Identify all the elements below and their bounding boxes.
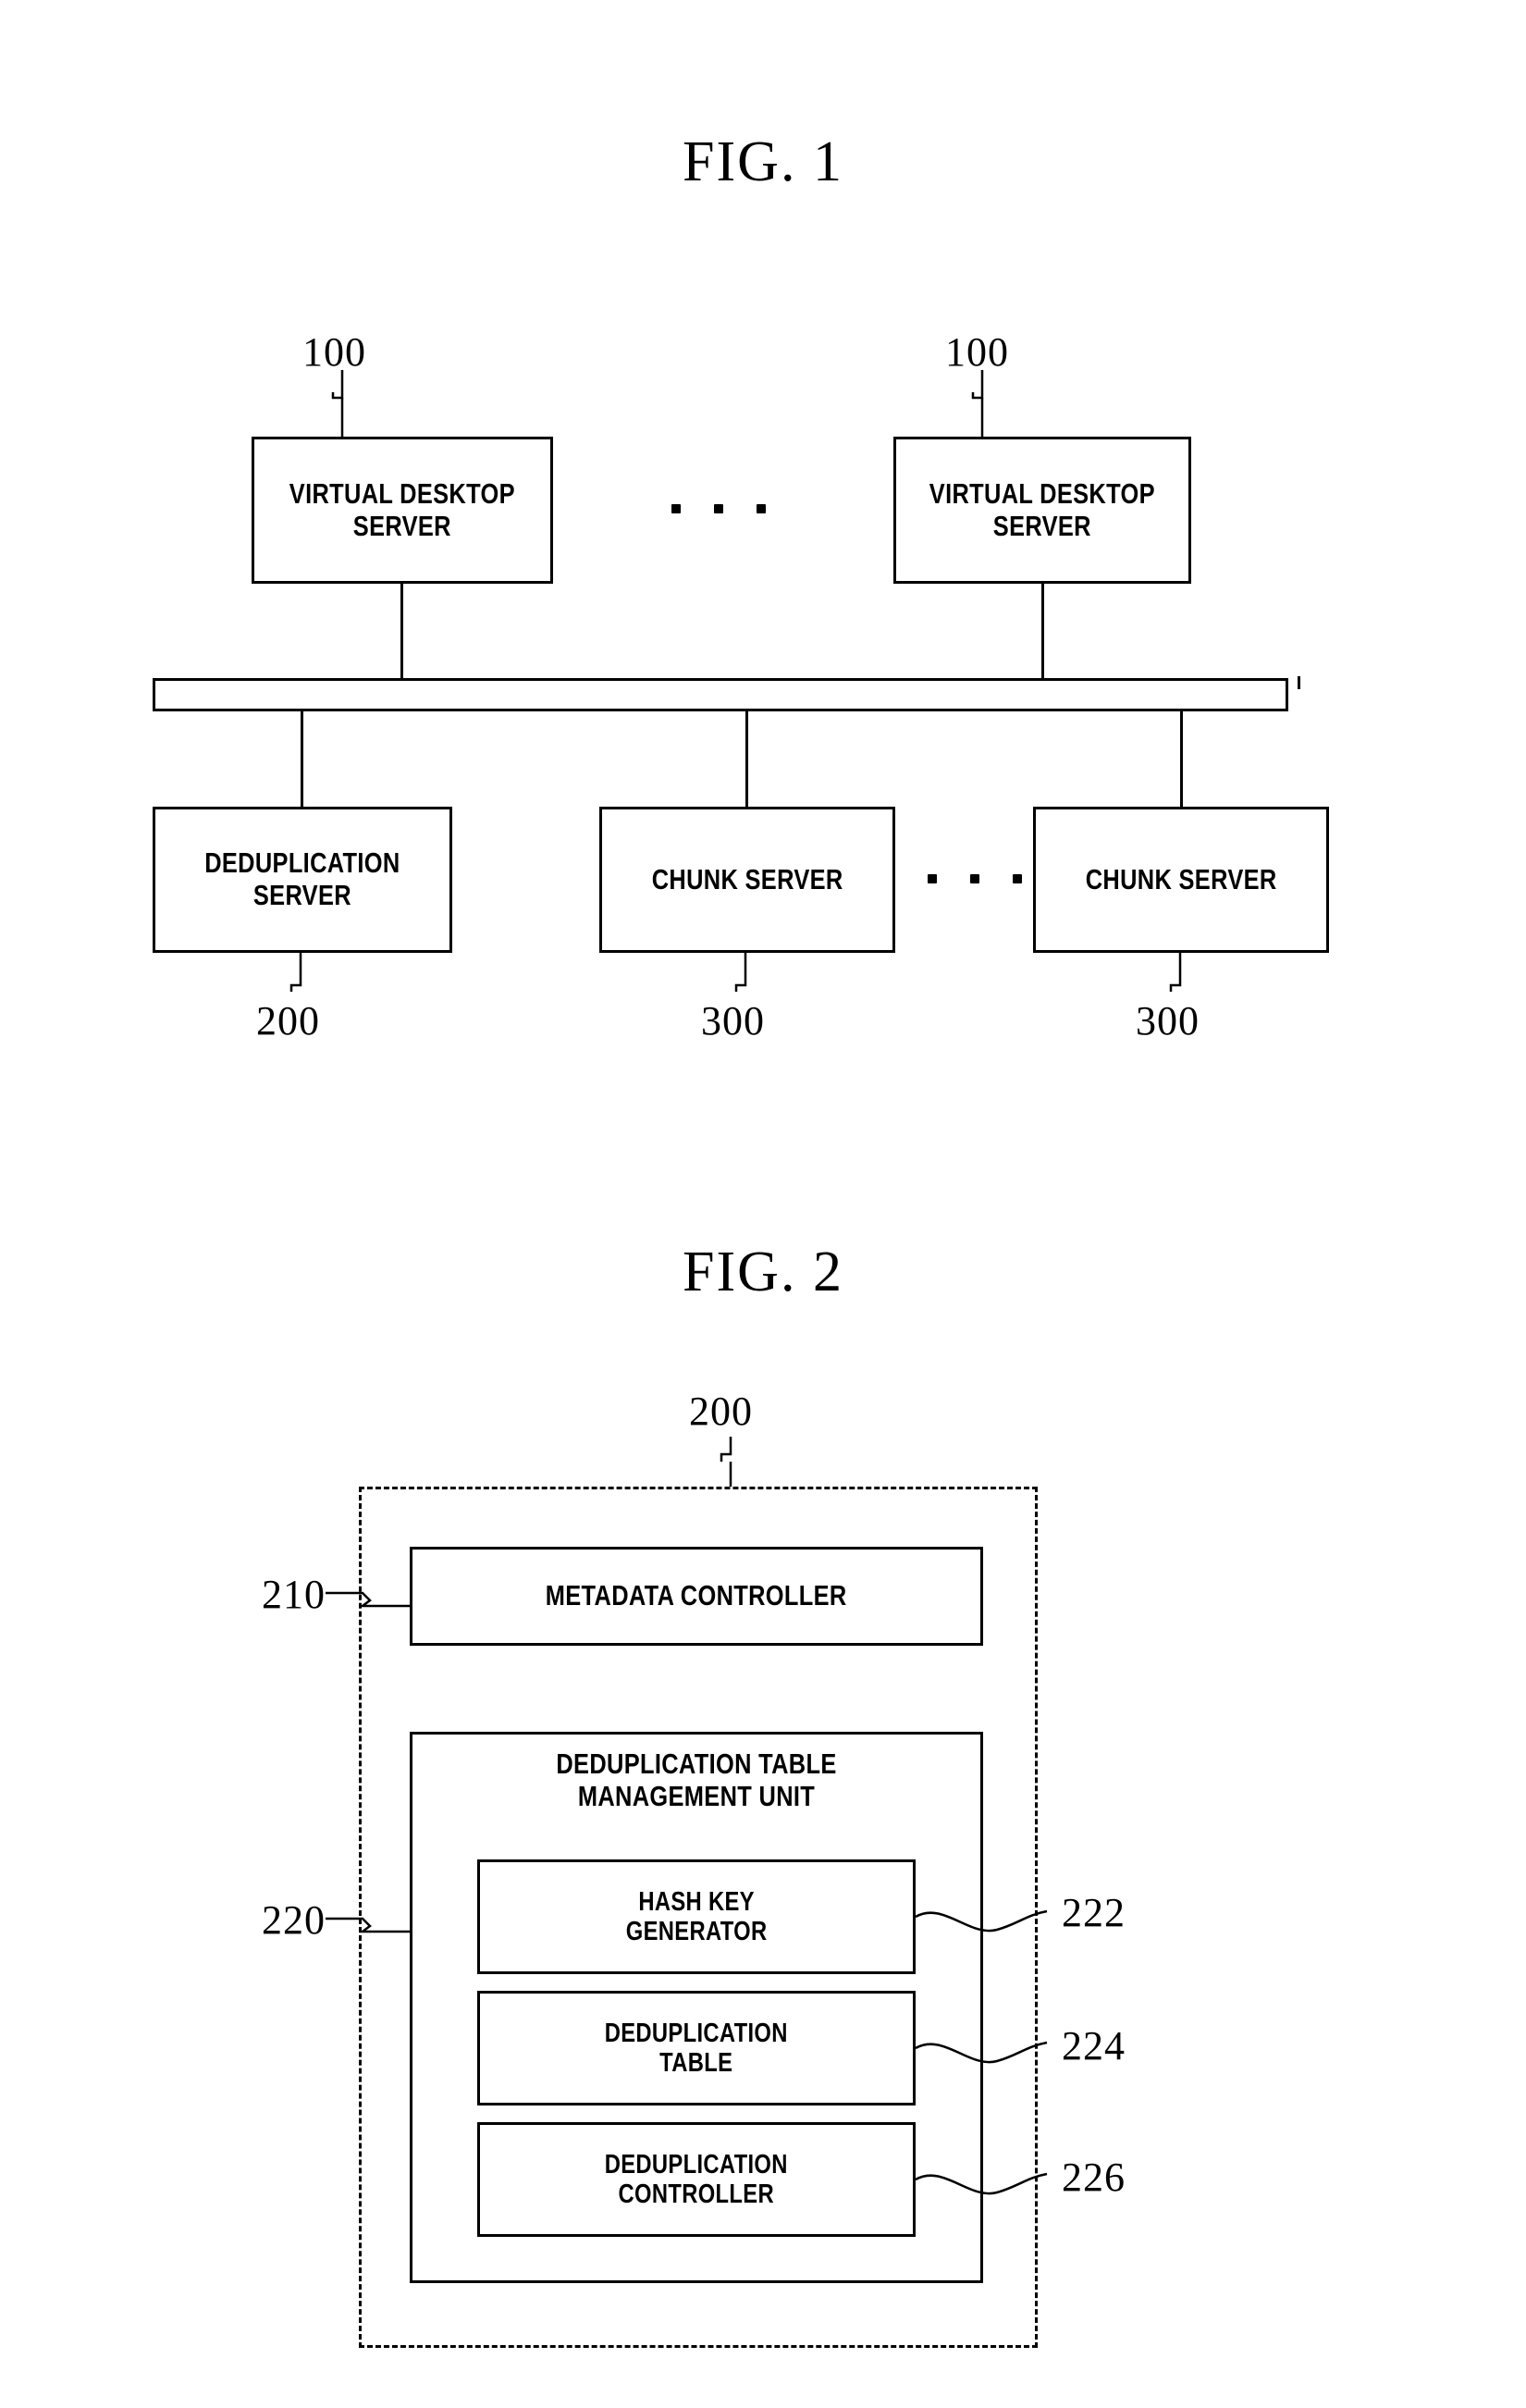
reference-numeral-222: 222: [1062, 1890, 1126, 1935]
block-virtual-desktop-server-right: VIRTUAL DESKTOP SERVER: [893, 437, 1191, 584]
figure-2-title: FIG. 2: [683, 1241, 843, 1303]
ellipsis-dot: [970, 874, 979, 883]
block-deduplication-table: DEDUPLICATION TABLE: [477, 1991, 916, 2105]
ellipsis-virtual-desktop-servers: [671, 504, 766, 513]
reference-numeral-300-left: 300: [701, 998, 765, 1043]
reference-numeral-200-fig1: 200: [256, 998, 320, 1043]
block-label-deduplication-table-management-unit: DEDUPLICATION TABLE MANAGEMENT UNIT: [556, 1747, 837, 1813]
connector-bus-to-deduplication-server: [301, 710, 303, 808]
block-label-chunk-server-left: CHUNK SERVER: [651, 862, 843, 895]
reference-numeral-226: 226: [1062, 2155, 1126, 2200]
block-label-hash-key-generator: HASH KEY GENERATOR: [625, 1886, 768, 1946]
block-virtual-desktop-server-left: VIRTUAL DESKTOP SERVER: [252, 437, 553, 584]
reference-numeral-200-fig2: 200: [689, 1389, 753, 1434]
bus-bar-end-tick: [1298, 676, 1300, 689]
ellipsis-chunk-servers: [928, 874, 1022, 883]
network-bus-bar: [153, 678, 1288, 711]
patent-figure-sheet: FIG. 1 100 100 VIRTUAL DESKTOP SERVER VI…: [0, 0, 1526, 2408]
block-deduplication-controller: DEDUPLICATION CONTROLLER: [477, 2122, 916, 2237]
connector-bus-to-chunk-server-right: [1180, 710, 1183, 808]
connector-vds-left-to-bus: [400, 584, 403, 678]
reference-numeral-100-right: 100: [945, 329, 1009, 375]
ellipsis-dot: [757, 504, 766, 513]
reference-numeral-210: 210: [262, 1572, 326, 1617]
ellipsis-dot: [714, 504, 723, 513]
reference-numeral-300-right: 300: [1136, 998, 1200, 1043]
leader-300-left: [734, 953, 747, 992]
block-label-deduplication-controller: DEDUPLICATION CONTROLLER: [604, 2149, 789, 2209]
block-hash-key-generator: HASH KEY GENERATOR: [477, 1859, 916, 1974]
leader-300-right: [1169, 953, 1182, 992]
figure-1-title: FIG. 1: [683, 130, 843, 193]
block-chunk-server-right: CHUNK SERVER: [1033, 807, 1329, 953]
reference-numeral-224: 224: [1062, 2023, 1126, 2068]
block-label-deduplication-server: DEDUPLICATION SERVER: [204, 846, 400, 911]
connector-vds-right-to-bus: [1041, 584, 1044, 678]
ellipsis-dot: [1013, 874, 1022, 883]
block-label-deduplication-table: DEDUPLICATION TABLE: [604, 2018, 789, 2078]
reference-numeral-100-left: 100: [302, 329, 366, 375]
ellipsis-dot: [928, 874, 937, 883]
leader-200-fig2-hook: [720, 1437, 732, 1462]
block-deduplication-server: DEDUPLICATION SERVER: [153, 807, 452, 953]
reference-numeral-220: 220: [262, 1897, 326, 1943]
block-metadata-controller: METADATA CONTROLLER: [410, 1547, 983, 1646]
block-chunk-server-left: CHUNK SERVER: [599, 807, 895, 953]
ellipsis-dot: [671, 504, 681, 513]
block-label-virtual-desktop-server-right: VIRTUAL DESKTOP SERVER: [929, 476, 1156, 542]
connector-bus-to-chunk-server-left: [745, 710, 748, 808]
leader-200-fig1: [289, 953, 302, 992]
block-label-virtual-desktop-server-left: VIRTUAL DESKTOP SERVER: [289, 476, 516, 542]
block-label-metadata-controller: METADATA CONTROLLER: [546, 1579, 847, 1612]
block-label-chunk-server-right: CHUNK SERVER: [1085, 862, 1277, 895]
